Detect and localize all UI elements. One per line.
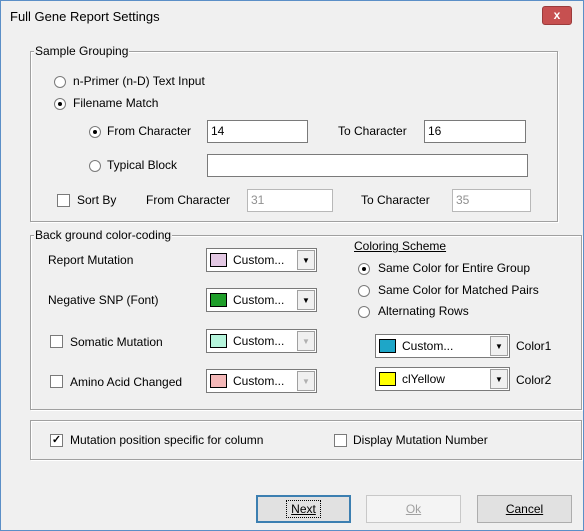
sort-from-character-input[interactable]: 31 [247,189,333,212]
mutation-position-label: Mutation position specific for column [70,433,264,447]
sort-from-character-label: From Character [146,193,231,207]
close-button[interactable]: x [542,6,572,25]
alternating-rows-label: Alternating Rows [378,304,469,318]
color1-swatch [379,339,396,353]
report-mutation-label: Report Mutation [48,253,134,267]
filename-match-label: Filename Match [73,96,159,110]
amino-acid-color-select[interactable]: Custom... ▼ [206,369,317,393]
from-character-label: From Character [107,124,192,138]
amino-acid-value: Custom... [233,374,285,388]
sort-by-checkbox[interactable] [57,194,70,207]
chevron-down-icon[interactable]: ▼ [297,290,315,310]
coloring-scheme-label: Coloring Scheme [354,239,447,253]
close-icon: x [553,8,561,22]
alternating-rows-radio[interactable] [358,306,370,318]
cancel-button[interactable]: Cancel [477,495,572,523]
window-title: Full Gene Report Settings [10,9,160,24]
amino-acid-changed-label: Amino Acid Changed [70,375,183,389]
report-mutation-swatch [210,253,227,267]
next-button[interactable]: Next [256,495,351,523]
ok-button[interactable]: Ok [366,495,461,523]
sort-to-character-label: To Character [361,193,430,207]
from-character-radio[interactable] [89,126,101,138]
same-color-pairs-label: Same Color for Matched Pairs [378,283,539,297]
color2-swatch [379,372,396,386]
dialog-window: Full Gene Report Settings x Sample Group… [0,0,584,531]
color2-label: Color2 [516,373,552,387]
somatic-mutation-value: Custom... [233,334,285,348]
color2-value: clYellow [402,372,445,386]
color1-select[interactable]: Custom... ▼ [375,334,510,358]
ok-button-label: Ok [405,502,422,516]
sort-by-label: Sort By [77,193,117,207]
report-mutation-color-select[interactable]: Custom... ▼ [206,248,317,272]
same-color-group-radio[interactable] [358,263,370,275]
n-primer-radio[interactable] [54,76,66,88]
negative-snp-swatch [210,293,227,307]
report-mutation-value: Custom... [233,253,285,267]
same-color-pairs-radio[interactable] [358,285,370,297]
chevron-down-icon[interactable]: ▼ [297,371,315,391]
color2-select[interactable]: clYellow ▼ [375,367,510,391]
display-mutation-number-checkbox[interactable] [334,434,347,447]
mutation-position-checkbox[interactable]: ✓ [50,434,63,447]
chevron-down-icon[interactable]: ▼ [490,369,508,389]
amino-acid-changed-checkbox[interactable] [50,375,63,388]
filename-match-radio[interactable] [54,98,66,110]
negative-snp-label: Negative SNP (Font) [48,293,159,307]
somatic-mutation-color-select[interactable]: Custom... ▼ [206,329,317,353]
negative-snp-value: Custom... [233,293,285,307]
color1-label: Color1 [516,339,552,353]
sort-to-character-input[interactable]: 35 [452,189,531,212]
somatic-mutation-swatch [210,334,227,348]
typical-block-label: Typical Block [107,158,178,172]
from-character-input[interactable]: 14 [207,120,308,143]
title-bar[interactable]: Full Gene Report Settings x [1,1,583,31]
chevron-down-icon[interactable]: ▼ [297,331,315,351]
same-color-group-label: Same Color for Entire Group [378,261,531,275]
to-character-label: To Character [338,124,407,138]
typical-block-input[interactable] [207,154,528,177]
to-character-input[interactable]: 16 [424,120,526,143]
next-button-label: Next [286,500,321,518]
negative-snp-color-select[interactable]: Custom... ▼ [206,288,317,312]
display-mutation-number-label: Display Mutation Number [353,433,488,447]
chevron-down-icon[interactable]: ▼ [297,250,315,270]
background-color-coding-label: Back ground color-coding [34,228,173,242]
amino-acid-swatch [210,374,227,388]
somatic-mutation-label: Somatic Mutation [70,335,163,349]
cancel-button-label: Cancel [505,502,544,516]
n-primer-label: n-Primer (n-D) Text Input [73,74,205,88]
somatic-mutation-checkbox[interactable] [50,335,63,348]
typical-block-radio[interactable] [89,160,101,172]
chevron-down-icon[interactable]: ▼ [490,336,508,356]
sample-grouping-label: Sample Grouping [34,44,130,58]
color1-value: Custom... [402,339,454,353]
